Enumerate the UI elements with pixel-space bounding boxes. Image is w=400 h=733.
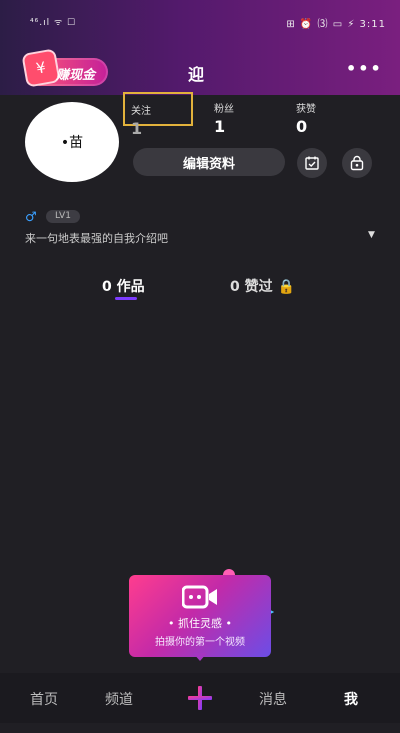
active-tab-indicator [115, 297, 137, 300]
prompt-title: • 抓住灵感 • [168, 617, 232, 630]
tab-liked[interactable]: 0 赞过 🔒 [230, 276, 295, 296]
chevron-down-icon[interactable]: ▼ [368, 230, 375, 240]
level-badge: LV1 [46, 210, 80, 223]
tab-works[interactable]: 0 作品 [102, 276, 145, 296]
prompt-pointer [193, 653, 207, 661]
bottom-nav: 首页 频道 消息 我 [0, 673, 400, 723]
edit-profile-button[interactable]: 编辑资料 [133, 148, 285, 176]
gift-icon: ¥ [21, 48, 61, 88]
stat-likes-label: 获赞 [296, 104, 316, 115]
video-camera-icon [182, 585, 217, 609]
nav-messages[interactable]: 消息 [259, 689, 287, 709]
stat-fans-label: 粉丝 [214, 104, 234, 115]
stat-following-label: 关注 [131, 106, 151, 117]
status-right-icons: ⊞ ⏰ ⑶ ▭ ⚡ 3:11 [286, 19, 386, 30]
stat-likes[interactable]: 获赞 0 [296, 100, 316, 136]
stat-likes-value: 0 [296, 117, 308, 136]
prompt-subtitle: 拍摄你的第一个视频 [155, 637, 245, 648]
nav-channel[interactable]: 频道 [105, 689, 133, 709]
checkin-button[interactable] [297, 148, 327, 178]
nav-home[interactable]: 首页 [30, 689, 58, 709]
username: 迎 [188, 65, 205, 84]
stat-following-value: 1 [131, 119, 143, 138]
stat-fans-value: 1 [214, 117, 226, 136]
status-left-icons: ⁴⁶.ıl ᯤ ☐ [30, 18, 77, 28]
plus-icon[interactable] [187, 685, 213, 711]
shoot-first-video-prompt[interactable]: • 抓住灵感 • 拍摄你的第一个视频 [129, 575, 271, 661]
status-bar: ⁴⁶.ıl ᯤ ☐ ⊞ ⏰ ⑶ ▭ ⚡ 3:11 [0, 0, 400, 30]
male-icon: ♂ [25, 210, 37, 225]
more-icon[interactable]: ••• [346, 59, 383, 78]
nav-me[interactable]: 我 [344, 689, 358, 709]
stat-following[interactable]: 关注 1 [123, 92, 193, 138]
stat-fans[interactable]: 粉丝 1 [214, 100, 234, 136]
lock-bag-icon [350, 155, 364, 171]
earn-cash-label: 赚现金 [56, 68, 96, 83]
calendar-check-icon [305, 156, 319, 170]
bio-text[interactable]: 来一句地表最强的自我介绍吧 [25, 230, 168, 246]
avatar-text: •苗 [60, 135, 84, 151]
privacy-button[interactable] [342, 148, 372, 178]
earn-cash-button[interactable]: ¥ 赚现金 [21, 48, 108, 88]
avatar[interactable]: •苗 [25, 102, 119, 182]
